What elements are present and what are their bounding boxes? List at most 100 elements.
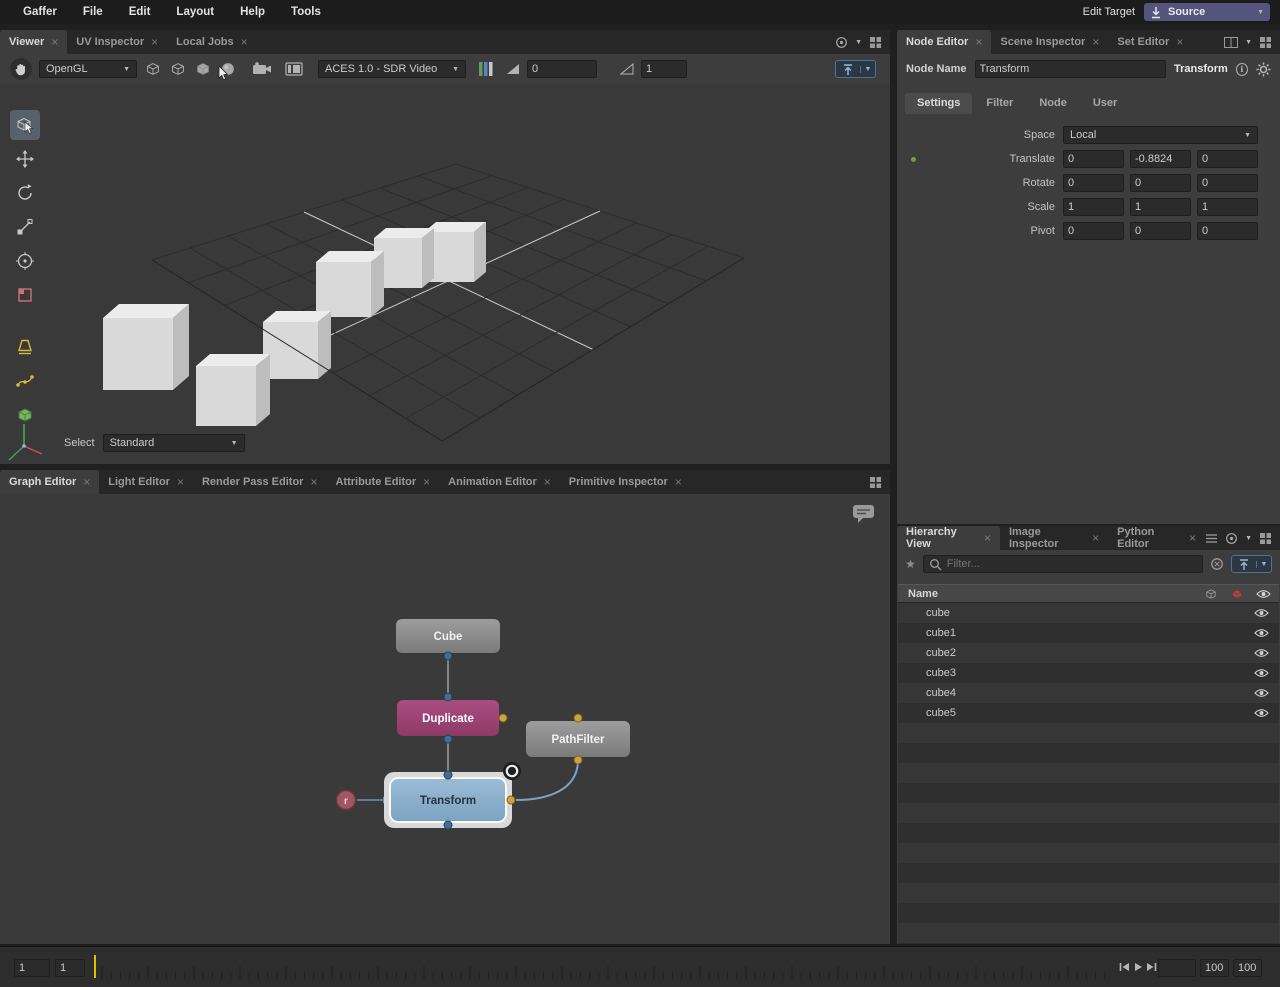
- frame-ruler[interactable]: [100, 953, 1115, 983]
- curve-tool-button[interactable]: [10, 366, 40, 396]
- cube-shaded-icon[interactable]: [194, 60, 212, 78]
- viewer-focus-menu-button[interactable]: ▼: [835, 60, 876, 78]
- visibility-column-icon[interactable]: [1256, 589, 1271, 599]
- space-select[interactable]: Local ▼: [1063, 126, 1258, 144]
- translate-z-input[interactable]: [1197, 150, 1258, 168]
- gear-icon[interactable]: [1256, 62, 1271, 77]
- plug-filter-icon[interactable]: [498, 713, 508, 723]
- tab-close-icon[interactable]: ×: [675, 476, 682, 488]
- scale-y-input[interactable]: [1130, 198, 1191, 216]
- filter-input[interactable]: [946, 558, 1197, 570]
- menu-file[interactable]: File: [70, 6, 116, 18]
- connection-pathfilter-transform[interactable]: [515, 759, 579, 801]
- tab-python-editor[interactable]: Python Editor ×: [1108, 526, 1205, 550]
- translate-x-input[interactable]: [1063, 150, 1124, 168]
- layout-grid-icon[interactable]: [869, 36, 882, 49]
- dropdown-arrow-icon[interactable]: ▼: [855, 39, 862, 46]
- gamma-icon[interactable]: [620, 63, 634, 75]
- menu-layout[interactable]: Layout: [163, 6, 227, 18]
- select-tool-button[interactable]: [10, 110, 40, 140]
- node-cube[interactable]: Cube: [396, 619, 500, 653]
- gamma-input[interactable]: [641, 60, 687, 78]
- tab-hierarchy-view[interactable]: Hierarchy View ×: [897, 526, 1000, 550]
- tab-close-icon[interactable]: ×: [975, 36, 982, 48]
- start-frame-input[interactable]: [14, 959, 50, 977]
- eye-icon[interactable]: [1254, 648, 1269, 658]
- list-icon[interactable]: [1205, 533, 1218, 544]
- plug-out-icon[interactable]: [443, 820, 453, 830]
- plug-filter-icon[interactable]: [506, 795, 516, 805]
- tab-attribute-editor[interactable]: Attribute Editor ×: [326, 470, 439, 494]
- play-icon[interactable]: [1134, 962, 1143, 972]
- name-column-header[interactable]: Name: [908, 588, 938, 600]
- tab-close-icon[interactable]: ×: [1176, 36, 1183, 48]
- layout-grid-icon[interactable]: [869, 476, 882, 489]
- current-frame-marker[interactable]: [94, 955, 96, 978]
- tab-primitive-inspector[interactable]: Primitive Inspector ×: [560, 470, 691, 494]
- hierarchy-row-cube2[interactable]: cube2: [898, 643, 1279, 663]
- menu-gaffer[interactable]: Gaffer: [10, 6, 70, 18]
- layout-grid-icon[interactable]: [1259, 36, 1272, 49]
- node-duplicate[interactable]: Duplicate: [397, 700, 499, 736]
- rotate-z-input[interactable]: [1197, 174, 1258, 192]
- tab-close-icon[interactable]: ×: [241, 36, 248, 48]
- tab-light-editor[interactable]: Light Editor ×: [99, 470, 193, 494]
- tab-close-icon[interactable]: ×: [1189, 532, 1196, 544]
- viewport-3d[interactable]: Select Standard ▼: [0, 84, 890, 464]
- pivot-z-input[interactable]: [1197, 222, 1258, 240]
- subtab-user[interactable]: User: [1081, 93, 1129, 114]
- eye-icon[interactable]: [1254, 688, 1269, 698]
- skip-start-icon[interactable]: [1119, 962, 1130, 972]
- tab-close-icon[interactable]: ×: [1092, 532, 1099, 544]
- exposure-icon[interactable]: [506, 63, 520, 75]
- light-tool-button[interactable]: [10, 332, 40, 362]
- pivot-x-input[interactable]: [1063, 222, 1124, 240]
- tab-scene-inspector[interactable]: Scene Inspector ×: [991, 30, 1108, 54]
- plug-out-icon[interactable]: [443, 651, 453, 661]
- camera-tool-button[interactable]: [10, 246, 40, 276]
- tab-node-editor[interactable]: Node Editor ×: [897, 30, 992, 54]
- select-mode-select[interactable]: Standard ▼: [102, 434, 245, 452]
- node-pathfilter[interactable]: PathFilter: [526, 721, 630, 757]
- scale-tool-button[interactable]: [10, 212, 40, 242]
- plug-in-icon[interactable]: [443, 692, 453, 702]
- subtab-settings[interactable]: Settings: [905, 93, 973, 114]
- target-icon[interactable]: [835, 36, 848, 49]
- split-layout-icon[interactable]: [1224, 36, 1239, 48]
- scene-cube-column-icon[interactable]: [1204, 587, 1218, 601]
- tab-close-icon[interactable]: ×: [423, 476, 430, 488]
- scale-x-input[interactable]: [1063, 198, 1124, 216]
- tab-uv-inspector[interactable]: UV Inspector ×: [67, 30, 167, 54]
- layout-grid-icon[interactable]: [1259, 532, 1272, 545]
- hierarchy-row-cube[interactable]: cube: [898, 603, 1279, 623]
- hierarchy-row-cube5[interactable]: cube5: [898, 703, 1279, 723]
- scale-z-input[interactable]: [1197, 198, 1258, 216]
- exposure-input[interactable]: [527, 60, 597, 78]
- cube-select-icon[interactable]: [169, 60, 187, 78]
- tab-close-icon[interactable]: ×: [984, 532, 991, 544]
- tab-animation-editor[interactable]: Animation Editor ×: [439, 470, 560, 494]
- tab-set-editor[interactable]: Set Editor ×: [1108, 30, 1192, 54]
- focus-bullseye-icon[interactable]: [503, 762, 521, 780]
- channels-icon[interactable]: [479, 61, 493, 77]
- tab-close-icon[interactable]: ×: [83, 476, 90, 488]
- skip-end-icon[interactable]: [1146, 962, 1157, 972]
- subtab-filter[interactable]: Filter: [974, 93, 1025, 114]
- tab-close-icon[interactable]: ×: [544, 476, 551, 488]
- tab-graph-editor[interactable]: Graph Editor ×: [0, 470, 100, 494]
- subtab-node[interactable]: Node: [1027, 93, 1079, 114]
- hierarchy-row-cube4[interactable]: cube4: [898, 683, 1279, 703]
- menu-edit[interactable]: Edit: [116, 6, 164, 18]
- menu-help[interactable]: Help: [227, 6, 278, 18]
- eye-icon[interactable]: [1254, 668, 1269, 678]
- translate-y-input[interactable]: [1130, 150, 1191, 168]
- dropdown-arrow-icon[interactable]: ▼: [1245, 39, 1252, 46]
- eye-icon[interactable]: [1254, 628, 1269, 638]
- tab-image-inspector[interactable]: Image Inspector ×: [1000, 526, 1108, 550]
- clear-filter-icon[interactable]: [1210, 557, 1224, 571]
- crop-tool-button[interactable]: [10, 280, 40, 310]
- tab-close-icon[interactable]: ×: [177, 476, 184, 488]
- rotate-tool-button[interactable]: [10, 178, 40, 208]
- range-start-input[interactable]: [55, 959, 85, 977]
- star-icon[interactable]: ★: [905, 557, 916, 571]
